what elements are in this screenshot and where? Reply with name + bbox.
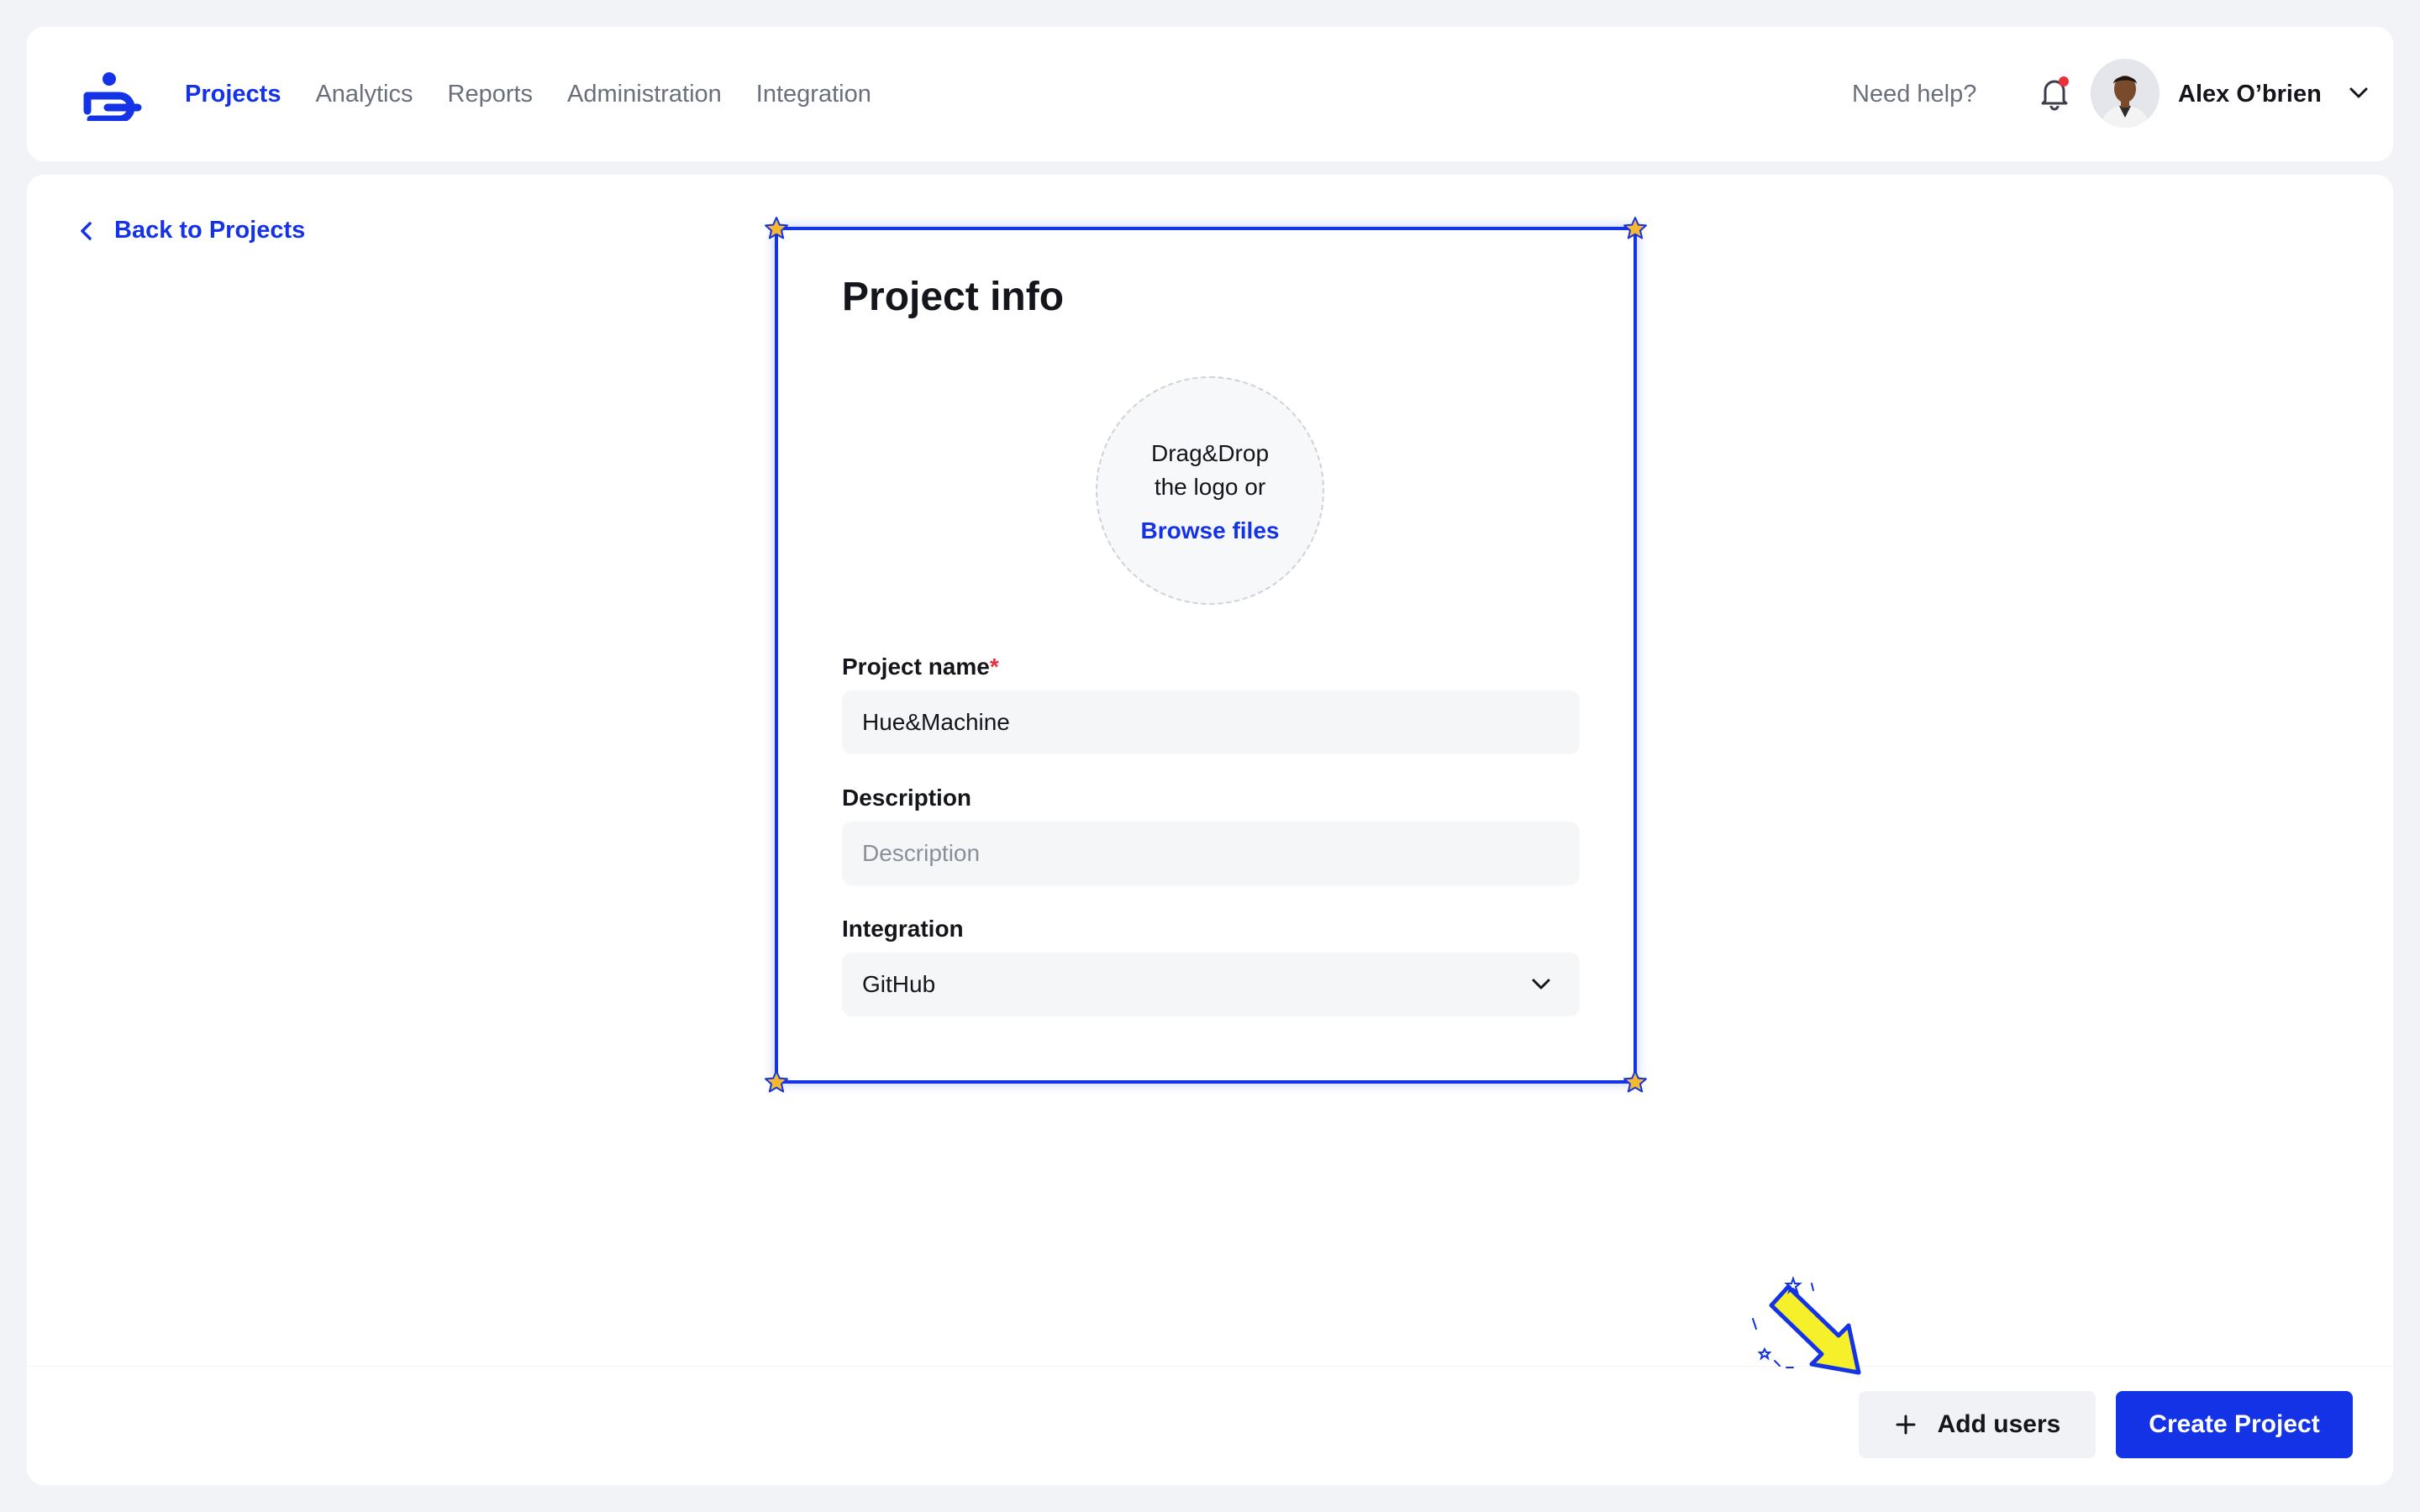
nav-item-reports[interactable]: Reports <box>448 81 534 108</box>
app-logo-icon[interactable] <box>82 71 143 123</box>
add-users-button[interactable]: Add users <box>1859 1391 2096 1458</box>
description-label: Description <box>842 785 972 811</box>
highlight-arrow-icon <box>1752 1275 1861 1375</box>
back-link-label: Back to Projects <box>114 217 306 244</box>
create-project-button[interactable]: Create Project <box>2116 1391 2353 1458</box>
chevron-left-icon <box>81 221 92 240</box>
main-nav: Projects Analytics Reports Administratio… <box>185 27 871 161</box>
avatar[interactable] <box>2091 59 2160 128</box>
star-icon <box>1623 1070 1647 1093</box>
page-title: Project info <box>842 275 1065 319</box>
notification-dot-icon <box>2059 76 2069 87</box>
project-name-label: Project name* <box>842 654 999 680</box>
user-name[interactable]: Alex O’brien <box>2178 27 2322 161</box>
star-icon <box>765 1070 788 1093</box>
star-icon <box>765 217 788 239</box>
content-panel: Back to Projects Project info Drag&Drop … <box>27 175 2393 1485</box>
notification-bell-icon[interactable] <box>2033 72 2075 114</box>
nav-item-projects[interactable]: Projects <box>185 81 281 108</box>
top-navigation-bar: Projects Analytics Reports Administratio… <box>27 27 2393 161</box>
add-users-label: Add users <box>1937 1410 2061 1438</box>
footer-divider <box>27 1366 2393 1367</box>
project-info-card: Project info Drag&Drop the logo or Brows… <box>765 217 1647 1093</box>
integration-select[interactable]: GitHub <box>842 953 1580 1016</box>
required-mark: * <box>989 654 999 680</box>
chevron-down-icon <box>1532 979 1550 990</box>
description-field[interactable]: Description <box>842 822 1580 885</box>
back-to-projects-link[interactable]: Back to Projects <box>77 217 305 244</box>
nav-item-integration[interactable]: Integration <box>756 81 871 108</box>
plus-icon <box>1896 1415 1916 1435</box>
need-help-link[interactable]: Need help? <box>1852 27 1976 161</box>
nav-item-administration[interactable]: Administration <box>567 81 722 108</box>
logo-dropzone[interactable]: Drag&Drop the logo or Browse files <box>1096 376 1324 605</box>
star-icon <box>1623 217 1647 239</box>
chevron-down-icon[interactable] <box>2346 81 2371 106</box>
integration-label: Integration <box>842 916 964 942</box>
integration-selected-value: GitHub <box>862 971 936 997</box>
nav-item-analytics[interactable]: Analytics <box>315 81 413 108</box>
project-name-field[interactable]: Hue&Machine <box>842 690 1580 754</box>
browse-files-link[interactable]: Browse files <box>1141 517 1280 544</box>
dropzone-text: Drag&Drop the logo or <box>1150 440 1270 500</box>
